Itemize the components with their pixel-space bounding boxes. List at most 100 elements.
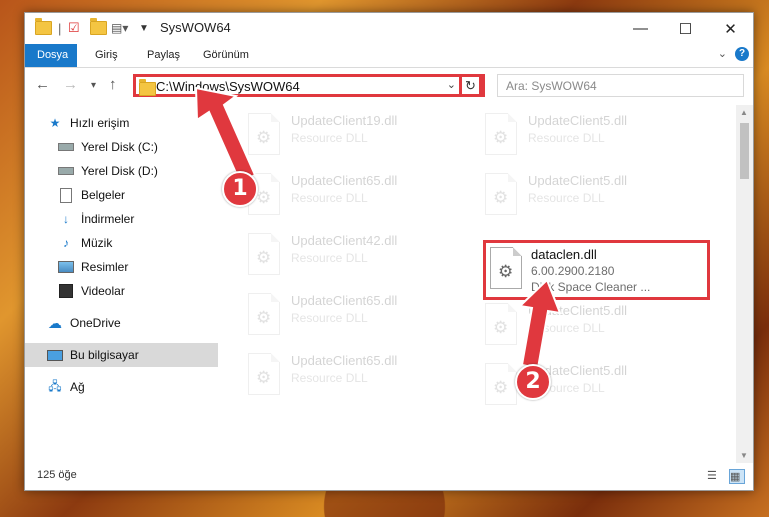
step-badge-1: 1	[222, 171, 258, 207]
file-name: UpdateClient19.dll	[291, 113, 398, 128]
file-item[interactable]: ⚙ UpdateClient42.dll Resource DLL	[246, 231, 471, 283]
sidebar-item-label: Bu bilgisayar	[70, 348, 139, 362]
refresh-button[interactable]: ↻	[459, 74, 482, 97]
network-icon: 🖧	[48, 378, 62, 393]
back-arrow-icon[interactable]: ←	[35, 76, 50, 93]
file-name: UpdateClient65.dll	[291, 353, 398, 368]
drive-icon	[58, 164, 74, 178]
download-icon: ↓	[63, 212, 69, 226]
file-item[interactable]: ⚙ UpdateClient5.dll Resource DLL	[483, 111, 708, 163]
dll-file-icon: ⚙	[485, 303, 517, 345]
customize-quick-access-icon[interactable]: ▤▾	[111, 20, 128, 36]
sidebar-item-this-pc[interactable]: Bu bilgisayar	[25, 343, 240, 367]
file-type: Resource DLL	[291, 251, 368, 265]
tab-file[interactable]: Dosya	[25, 44, 77, 67]
search-box[interactable]: Ara: SysWOW64	[497, 74, 744, 97]
tab-share[interactable]: Paylaş	[137, 44, 190, 67]
chevron-down-icon[interactable]: ▼	[139, 20, 149, 36]
address-bar[interactable]: C:\Windows\SysWOW64 ⌄ ↻	[133, 74, 485, 97]
file-type: Resource DLL	[528, 131, 605, 145]
sidebar-item-label: Yerel Disk (C:)	[81, 140, 158, 154]
dll-file-icon: ⚙	[490, 247, 522, 289]
sidebar-item-label: Resimler	[81, 260, 129, 274]
dll-file-icon: ⚙	[485, 113, 517, 155]
file-name: UpdateClient5.dll	[528, 303, 628, 318]
scroll-down-icon[interactable]: ▼	[740, 451, 748, 460]
sidebar-item-label: Müzik	[81, 236, 113, 250]
drive-icon	[58, 140, 74, 154]
dll-file-icon: ⚙	[485, 363, 517, 405]
folder-icon	[139, 79, 156, 96]
tab-view[interactable]: Görünüm	[193, 44, 259, 67]
file-type: Resource DLL	[291, 131, 368, 145]
cloud-icon: ☁	[48, 314, 62, 331]
sidebar-item-label: Videolar	[81, 284, 125, 298]
dll-file-icon: ⚙	[248, 353, 280, 395]
music-icon: ♪	[63, 236, 69, 250]
file-item[interactable]: ⚙ UpdateClient65.dll Resource DLL	[246, 291, 471, 343]
file-item[interactable]: ⚙ UpdateClient65.dll Resource DLL	[246, 171, 471, 223]
title-bar: | ☑ ▤▾ ▼ SysWOW64 — ☐ ✕	[25, 13, 753, 44]
status-bar: 125 öğe ☰ ▦	[25, 465, 753, 489]
properties-icon[interactable]: ☑	[68, 20, 80, 36]
tiles-view-icon[interactable]: ▦	[729, 469, 745, 484]
sidebar-item-label: İndirmeler	[81, 212, 135, 226]
file-name: UpdateClient5.dll	[528, 113, 628, 128]
file-name: UpdateClient65.dll	[291, 173, 398, 188]
file-name: UpdateClient65.dll	[291, 293, 398, 308]
file-item-dataclen[interactable]: ⚙ dataclen.dll 6.00.2900.2180 Disk Space…	[483, 240, 710, 300]
file-item[interactable]: ⚙ UpdateClient19.dll Resource DLL	[246, 111, 471, 163]
recent-locations-icon[interactable]: ▾	[91, 80, 96, 91]
close-button[interactable]: ✕	[708, 13, 753, 44]
file-item[interactable]: ⚙ UpdateClient65.dll Resource DLL	[246, 351, 471, 403]
file-name: UpdateClient42.dll	[291, 233, 398, 248]
help-icon[interactable]: ?	[735, 47, 749, 61]
dll-file-icon: ⚙	[248, 293, 280, 335]
separator: |	[58, 20, 62, 36]
dll-file-icon: ⚙	[248, 233, 280, 275]
file-type: Resource DLL	[291, 191, 368, 205]
step-badge-2: 2	[515, 364, 551, 400]
computer-icon	[47, 348, 63, 362]
forward-arrow-icon[interactable]: →	[63, 76, 78, 93]
star-icon: ★	[49, 116, 61, 130]
folder-icon	[35, 18, 52, 36]
sidebar-item-label: Ağ	[70, 380, 85, 394]
pictures-icon	[58, 260, 74, 274]
file-item[interactable]: ⚙ UpdateClient5.dll Resource DLL	[483, 171, 708, 223]
file-list: ⚙ UpdateClient19.dll Resource DLL ⚙ Upda…	[218, 105, 736, 463]
videos-icon	[58, 284, 74, 298]
dll-file-icon: ⚙	[248, 113, 280, 155]
scroll-up-icon[interactable]: ▲	[740, 108, 748, 117]
up-arrow-icon[interactable]: ↑	[109, 76, 117, 93]
details-view-icon[interactable]: ☰	[707, 469, 721, 482]
navigation-pane: ★ Hızlı erişim Yerel Disk (C:) 📌 Yerel D…	[25, 109, 242, 459]
vertical-scrollbar[interactable]: ▲ ▼	[736, 105, 753, 463]
file-name: UpdateClient5.dll	[528, 173, 628, 188]
scroll-thumb[interactable]	[740, 123, 749, 179]
sidebar-item-network[interactable]: 🖧 Ağ	[25, 375, 240, 399]
tab-home[interactable]: Giriş	[85, 44, 128, 67]
chevron-down-icon[interactable]: ⌄	[447, 78, 456, 91]
dll-file-icon: ⚙	[485, 173, 517, 215]
file-version: 6.00.2900.2180	[531, 264, 615, 278]
sidebar-item-label: Yerel Disk (D:)	[81, 164, 158, 178]
collapse-ribbon-icon[interactable]: ⌄	[718, 47, 727, 60]
item-count: 125 öğe	[37, 469, 77, 481]
sidebar-item-quick-access[interactable]: ★ Hızlı erişim	[25, 111, 240, 135]
ribbon-tabs: Dosya Giriş Paylaş Görünüm ⌄ ?	[25, 44, 753, 68]
sidebar-item-label: Belgeler	[81, 188, 126, 202]
new-folder-icon[interactable]	[90, 18, 107, 36]
window-title: SysWOW64	[160, 20, 231, 35]
search-placeholder[interactable]: Ara: SysWOW64	[506, 79, 597, 93]
file-type: Resource DLL	[291, 311, 368, 325]
address-path[interactable]: C:\Windows\SysWOW64	[156, 79, 300, 94]
minimize-button[interactable]: —	[618, 13, 663, 44]
sidebar-item-onedrive[interactable]: ☁ OneDrive	[25, 311, 240, 335]
maximize-button[interactable]: ☐	[663, 13, 708, 44]
sidebar-item-label: OneDrive	[70, 316, 121, 330]
documents-icon	[58, 187, 74, 203]
file-item[interactable]: ⚙ UpdateClient5.dll Resource DLL	[483, 301, 708, 353]
explorer-window: | ☑ ▤▾ ▼ SysWOW64 — ☐ ✕ Dosya Giriş Payl…	[24, 12, 754, 491]
file-name: dataclen.dll	[531, 247, 597, 262]
